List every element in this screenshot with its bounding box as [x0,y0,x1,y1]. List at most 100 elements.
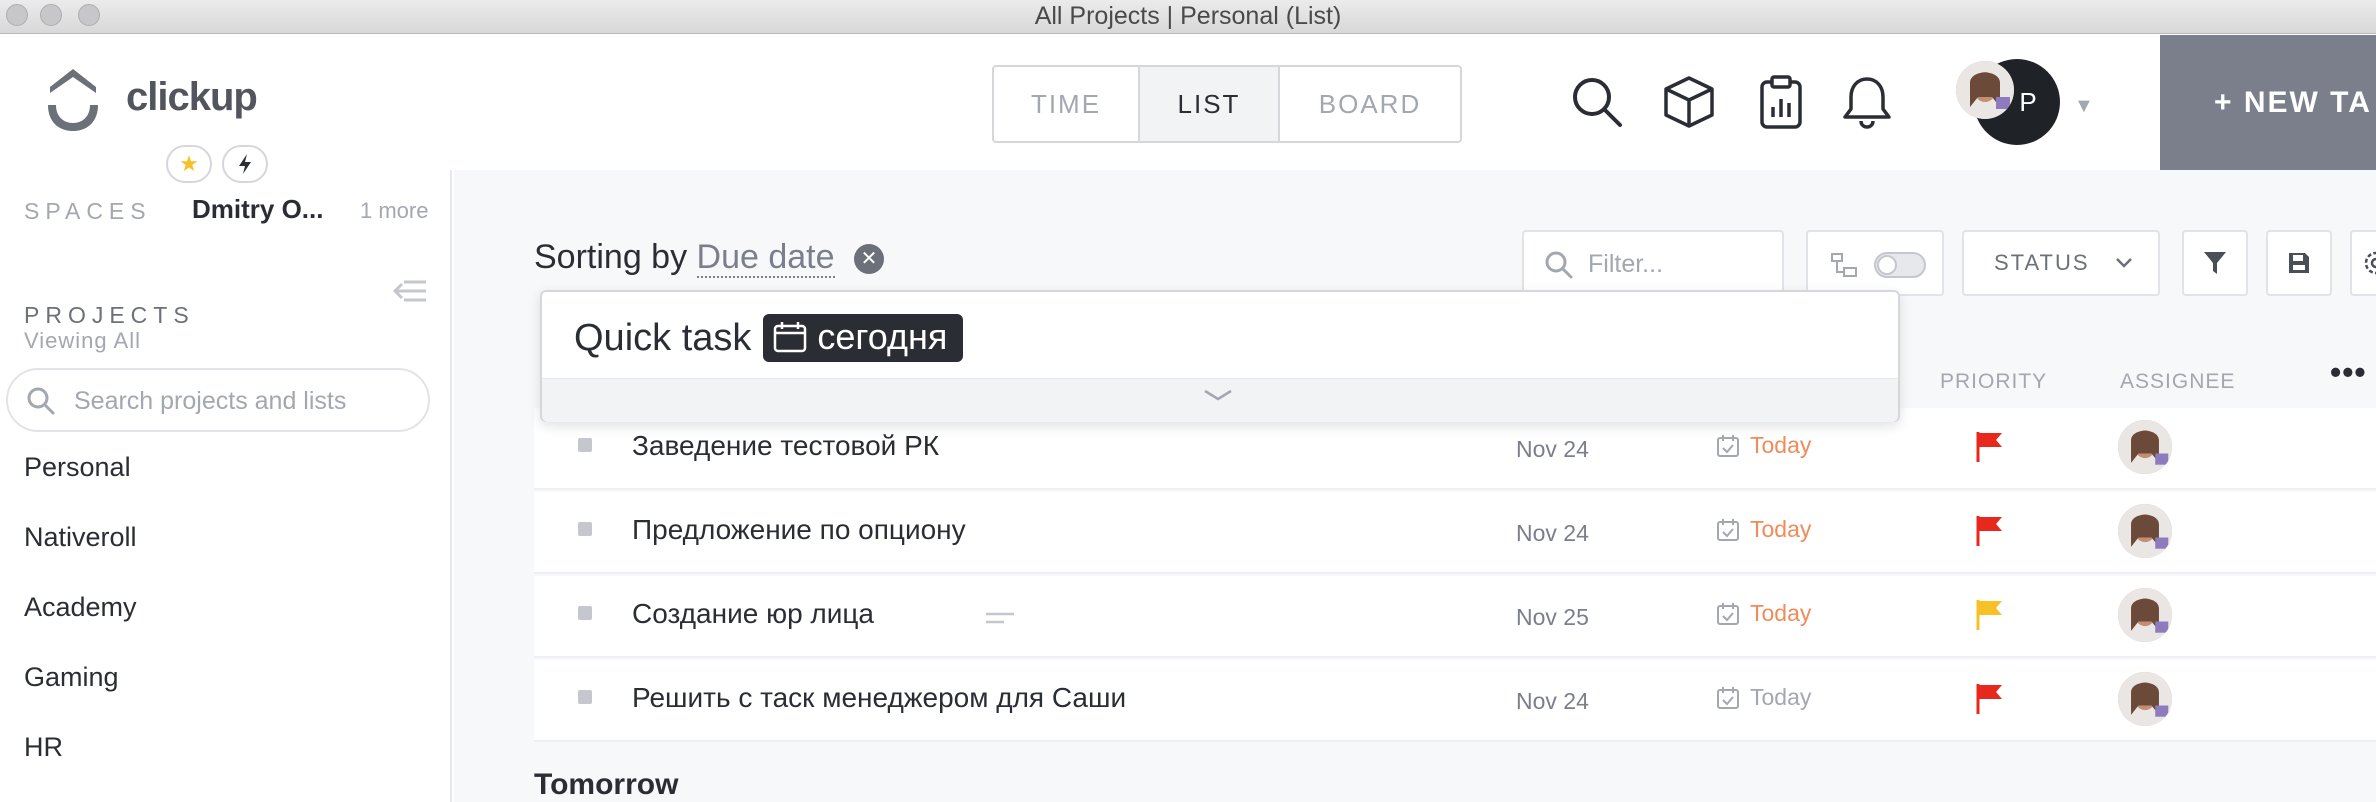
chevron-down-icon[interactable]: ▼ [2074,95,2094,118]
project-item-hr[interactable]: HR [24,732,63,763]
column-header-priority[interactable]: PRIORITY [1940,370,2047,394]
calendar-check-icon [1717,686,1739,709]
task-status-square[interactable] [578,606,592,620]
task-row[interactable]: Решить с таск менеджером для Саши Nov 24… [534,660,2376,742]
task-due-label: Today [1750,600,1812,626]
priority-flag-icon[interactable] [1974,514,2004,548]
task-status-square[interactable] [578,438,592,452]
chevron-down-icon [2116,258,2132,268]
task-due-label: Today [1750,516,1812,542]
task-status-square[interactable] [578,690,592,704]
spaces-label: SPACES [24,198,152,224]
view-list-button[interactable]: LIST [1140,67,1280,141]
box-icon[interactable] [1660,73,1718,131]
task-due-date[interactable]: Today [1716,432,1811,459]
bell-icon[interactable] [1838,73,1896,131]
clipboard-icon[interactable] [1752,73,1810,131]
task-name[interactable]: Создание юр лица [632,598,874,630]
project-item-academy[interactable]: Academy [24,592,137,623]
due-date-chip[interactable]: сегодня [763,314,964,362]
filter-box [1522,230,1784,296]
workspace-avatar-initial: P [2019,86,2037,117]
space-selector[interactable]: Dmitry O... [192,194,323,225]
task-name[interactable]: Предложение по опциону [632,514,966,546]
task-name[interactable]: Решить с таск менеджером для Саши [632,682,1126,714]
collapse-sidebar-icon[interactable] [392,276,428,306]
status-dropdown[interactable]: STATUS [1962,230,2160,296]
task-assignee-avatar[interactable] [2118,420,2172,474]
priority-flag-icon[interactable] [1974,598,2004,632]
more-spaces-link[interactable]: 1 more [360,198,428,224]
task-due-label: Today [1750,432,1812,458]
quick-task-popup[interactable]: Quick task сегодня [540,290,1900,422]
task-assignee-avatar[interactable] [2118,672,2172,726]
task-date: Nov 25 [1516,604,1589,630]
calendar-icon [774,322,807,353]
task-due-date[interactable]: Today [1716,516,1811,543]
projects-label: PROJECTS [24,302,195,328]
task-due-date[interactable]: Today [1716,684,1811,711]
column-header-assignee[interactable]: ASSIGNEE [2120,370,2235,394]
project-item-personal[interactable]: Personal [24,452,131,483]
projects-viewing-filter[interactable]: Viewing All [24,328,141,354]
user-photo-icon [2118,672,2172,726]
user-photo-icon [2118,588,2172,642]
task-due-label: Today [1750,684,1812,710]
calendar-check-icon [1717,602,1739,625]
task-name[interactable]: Заведение тестовой РК [632,430,939,462]
priority-flag-icon[interactable] [1974,682,2004,716]
subtasks-icon [1831,253,1857,277]
toggle-switch-icon [1874,252,1926,278]
search-icon [1545,251,1573,279]
new-task-button[interactable]: + NEW TA [2160,35,2376,170]
priority-flag-icon[interactable] [1974,430,2004,464]
sorting-indicator: Sorting by Due date ✕ [534,238,884,278]
funnel-icon [2204,252,2226,274]
clear-sort-icon[interactable]: ✕ [854,244,884,274]
task-date: Nov 24 [1516,520,1589,546]
group-title-tomorrow[interactable]: Tomorrow [534,768,678,802]
favorites-star-icon[interactable]: ★ [166,145,212,183]
sorting-field[interactable]: Due date [696,238,835,278]
task-due-date[interactable]: Today [1716,600,1811,627]
save-icon [2289,253,2309,273]
view-switcher: TIME LIST BOARD [992,65,1462,143]
search-icon[interactable] [1568,73,1626,131]
sorting-prefix: Sorting by [534,238,688,276]
project-search-input[interactable] [74,382,414,420]
gear-icon [2364,251,2376,275]
lightning-icon[interactable] [222,145,268,183]
task-status-square[interactable] [578,522,592,536]
user-photo-icon [2118,504,2172,558]
view-time-button[interactable]: TIME [994,67,1140,141]
task-row[interactable]: Предложение по опциону Nov 24 Today [534,492,2376,574]
clickup-logo-icon[interactable] [40,65,106,133]
more-options-icon[interactable]: ••• [2330,354,2367,391]
filter-input[interactable] [1588,246,1768,282]
subtasks-toggle[interactable] [1806,230,1944,296]
user-photo-icon [1956,61,2014,119]
project-item-nativeroll[interactable]: Nativeroll [24,522,137,553]
user-avatar[interactable] [1956,61,2014,119]
quick-task-expand-bar[interactable] [542,378,1898,422]
task-assignee-avatar[interactable] [2118,504,2172,558]
view-board-button[interactable]: BOARD [1280,67,1460,141]
task-date: Nov 24 [1516,436,1589,462]
project-item-gaming[interactable]: Gaming [24,662,119,693]
app-header: clickup TIME LIST BOARD P ▼ + NEW TA [0,35,2376,170]
save-view-button[interactable] [2266,230,2332,296]
quick-task-input[interactable]: Quick task сегодня [574,314,964,362]
logo-text: clickup [126,75,258,119]
task-row[interactable]: Создание юр лица Nov 25 Today [534,576,2376,658]
main-content: Sorting by Due date ✕ STATUS [454,170,2376,802]
window-titlebar: All Projects | Personal (List) [0,0,2376,34]
chevron-down-icon[interactable] [1202,387,1234,403]
filter-button[interactable] [2182,230,2248,296]
settings-button[interactable] [2350,230,2376,296]
project-search [6,368,430,432]
calendar-check-icon [1717,434,1739,457]
due-date-chip-label: сегодня [817,316,948,357]
task-assignee-avatar[interactable] [2118,588,2172,642]
quick-task-text: Quick task [574,316,752,359]
task-date: Nov 24 [1516,688,1589,714]
